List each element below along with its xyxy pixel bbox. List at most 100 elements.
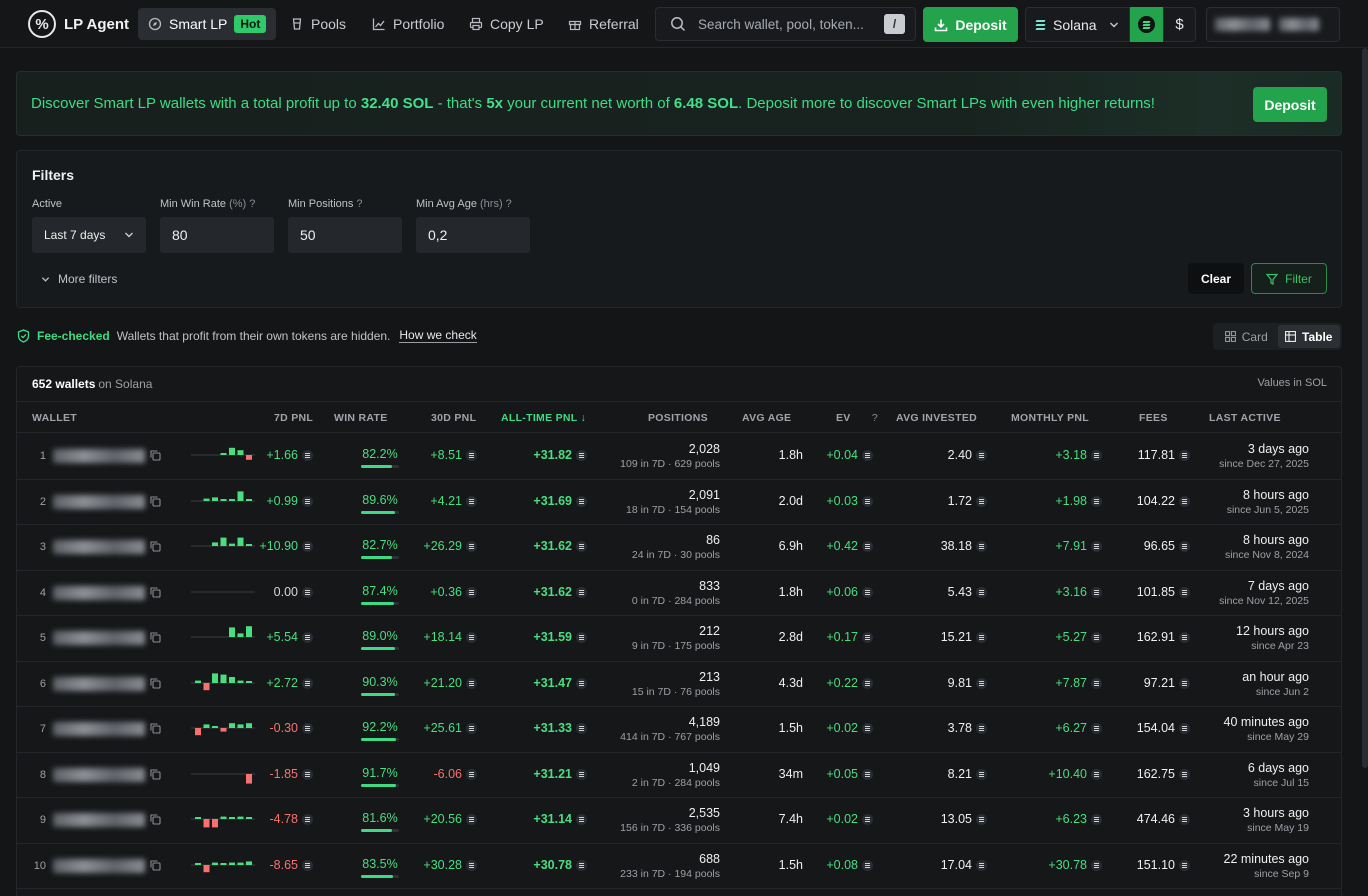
nav-portfolio[interactable]: Portfolio [362,8,454,40]
wallet-address-blurred[interactable] [53,858,145,873]
table-row[interactable]: 6 +2.72 90.3% +21.20 +31.47 213 15 in 7D · 76 … [17,662,1341,707]
brand-logo[interactable]: % LP Agent [28,10,129,38]
sparkline-bar [237,862,244,865]
table-row[interactable]: 8 -1.85 91.7% -6.06 +31.21 1,049 2 in 7D · 284… [17,753,1341,798]
table-row[interactable]: 1 +1.66 82.2% +8.51 +31.82 2,028 109 in 7D · 6… [17,434,1341,480]
positions: 2,091 18 in 7D · 154 pools [626,487,720,516]
copy-icon[interactable] [150,768,161,780]
deposit-button[interactable]: Deposit [923,7,1018,42]
table-row[interactable]: 7 -0.30 92.2% +25.61 +31.33 4,189 414 in 7D · … [17,707,1341,753]
sol-icon [302,541,313,553]
wallet-address-blurred[interactable] [53,631,145,645]
wallet-address-blurred[interactable] [53,449,145,463]
table-row[interactable]: 3 +10.90 82.7% +26.29 +31.62 86 24 in 7D · 30 … [17,525,1341,571]
table-icon [1285,331,1296,342]
col-positions[interactable]: POSITIONS [648,412,708,424]
sol-icon [302,586,313,598]
table-view-button[interactable]: Table [1277,325,1340,348]
last-active: 3 days ago since Dec 27, 2025 [1219,442,1309,470]
col-ev[interactable]: EV ? [836,412,878,424]
last-active: 8 hours ago since Nov 8, 2024 [1224,533,1309,561]
col-avg-invested[interactable]: AVG INVESTED [896,412,977,424]
row-index: 2 [39,495,46,508]
copy-icon[interactable] [150,632,161,643]
wallet-address-blurred[interactable] [53,722,145,736]
copy-icon[interactable] [150,814,161,825]
nav-copy-lp[interactable]: Copy LP [459,8,554,40]
wallet-address-blurred[interactable] [53,767,145,782]
fee-checked-desc: Wallets that profit from their own token… [116,328,391,343]
sol-icon [1091,677,1102,689]
copy-icon[interactable] [150,541,161,552]
search-input[interactable]: Search wallet, pool, token... / [655,7,916,41]
positions: 2,535 156 in 7D · 336 pools [620,806,720,834]
copy-icon[interactable] [150,723,161,734]
sol-icon [576,859,587,871]
win-rate-bar [361,738,399,741]
min-avg-age-input[interactable]: 0,2 [416,217,530,253]
nav-referral[interactable]: Referral [558,8,649,40]
currency-usd-toggle[interactable]: $ [1163,7,1196,42]
filter-button[interactable]: Filter [1251,263,1327,294]
col-all-time-pnl[interactable]: ALL-TIME PNL ↓ [501,412,586,424]
wallet-address-blurred[interactable] [53,813,145,827]
pnl-sparkline [191,816,255,828]
sparkline-bar [246,723,252,728]
win-rate-bar [361,601,399,605]
wallet-address-blurred[interactable] [53,585,145,600]
copy-icon[interactable] [150,586,161,598]
nav-smart-lp[interactable]: Smart LP Hot [138,8,277,40]
col-monthly-pnl[interactable]: MONTHLY PNL [1011,412,1089,424]
sol-icon [1179,859,1190,871]
col-last-active[interactable]: LAST ACTIVE [1209,412,1281,424]
monthly-pnl: +7.87 [1055,676,1102,690]
ev: +0.08 [826,858,873,872]
table-row[interactable]: 9 -4.78 81.6% +20.56 +31.14 2,535 156 in 7D · … [17,798,1341,844]
how-we-check-link[interactable]: How we check [399,328,477,343]
page-scrollbar[interactable] [1362,48,1368,768]
brand-name: LP Agent [64,15,130,33]
currency-sol-toggle[interactable] [1130,7,1163,42]
table-row[interactable]: 4 0.00 87.4% +0.36 +31.62 833 0 in 7D · 284 po… [17,571,1341,616]
table-row[interactable]: 5 +5.54 89.0% +18.14 +31.59 212 9 in 7D · 175 … [17,616,1341,662]
pnl-sparkline [191,591,255,592]
fees: 151.10 [1137,858,1190,872]
account-button[interactable] [1206,7,1340,42]
copy-icon[interactable] [150,677,161,689]
min-positions-input[interactable]: 50 [288,217,402,253]
sol-icon [1179,586,1190,598]
copy-icon[interactable] [150,450,161,461]
sol-icon [302,859,313,871]
wallets-table: 652 wallets on Solana Values in SOL WALLE… [16,366,1342,896]
ev: +0.03 [826,494,873,508]
col-7d-pnl[interactable]: 7D PNL [274,412,313,424]
avg-age: 4.3d [778,675,803,690]
percent-logo-icon: % [28,10,56,38]
more-filters-toggle[interactable]: More filters [41,272,117,286]
col-wallet[interactable]: WALLET [32,412,77,424]
col-win-rate[interactable]: WIN RATE [334,412,388,424]
sol-icon [466,586,477,598]
wallet-address-blurred[interactable] [53,676,145,691]
win-rate: 83.5% [362,856,398,871]
clear-button[interactable]: Clear [1188,263,1244,294]
col-avg-age[interactable]: AVG AGE [742,412,791,424]
min-win-rate-input[interactable]: 80 [160,217,274,253]
banner-deposit-button[interactable]: Deposit [1253,87,1327,122]
copy-icon[interactable] [150,859,161,871]
copy-icon[interactable] [150,495,161,507]
nav-pools[interactable]: Pools [280,8,356,40]
col-fees[interactable]: FEES [1139,412,1168,424]
win-rate: 92.2% [362,720,398,734]
col-30d-pnl[interactable]: 30D PNL [431,412,476,424]
win-rate: 82.7% [362,538,398,552]
chain-select[interactable]: Solana [1025,7,1130,42]
card-view-button[interactable]: Card [1215,325,1278,348]
table-row[interactable]: 10 -8.65 83.5% +30.28 +30.78 688 233 in 7D · 1… [17,844,1341,889]
wallet-address-blurred[interactable] [53,540,145,554]
sparkline-bar [195,680,201,683]
table-row[interactable]: 2 +0.99 89.6% +4.21 +31.69 2,091 18 in 7D · 15… [17,480,1341,525]
pnl-7d: -4.78 [270,812,313,826]
active-period-select[interactable]: Last 7 days [32,217,146,253]
wallet-address-blurred[interactable] [53,494,145,509]
